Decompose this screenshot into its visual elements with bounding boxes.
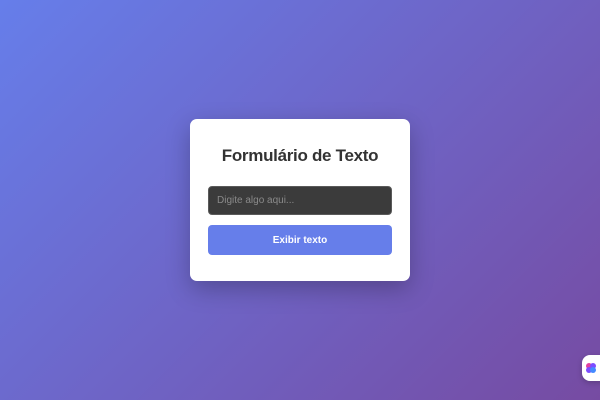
text-input[interactable] [208,186,392,215]
floating-widget-button[interactable] [582,355,600,381]
assistant-brain-icon [586,362,597,374]
show-text-button[interactable]: Exibir texto [208,225,392,255]
form-title: Formulário de Texto [221,146,379,165]
form-card: Formulário de Texto Exibir texto [190,119,410,281]
